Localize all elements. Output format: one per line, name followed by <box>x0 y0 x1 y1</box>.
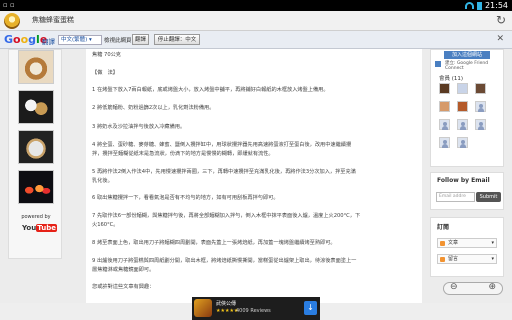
ad-banner[interactable]: 武俠公傳 ★★★★★ 4009 Reviews ↓ <box>192 297 320 320</box>
avatar[interactable] <box>439 137 450 148</box>
step-line: 7 先取作法6一部份麵糊，與焦糖拌勻後，再將全部麵糊加入拌勻，倒入木框中抹平表面… <box>92 213 361 219</box>
submit-button[interactable]: Submit <box>476 192 501 202</box>
status-right: 21:54 <box>464 1 508 10</box>
friend-connect-text: 建立: Google Friend Connect <box>445 61 489 71</box>
zoom-out-icon[interactable]: ⊖ <box>450 282 458 292</box>
google-translate-bar: Google 翻譯 中文(繁體) ▾ 檢視此網頁 翻譯 停止翻譯：中文 ✕ <box>0 31 512 49</box>
page-content: powered by YouTube 焦糖 70公克 【做 法】 1 在烤盤下放… <box>0 49 512 303</box>
posts-feed-dropdown[interactable]: 文章 ▾ <box>437 238 497 248</box>
avatar[interactable] <box>457 137 468 148</box>
comments-feed-dropdown[interactable]: 留言 ▾ <box>437 254 497 264</box>
step-line: 火160°C。 <box>92 222 119 228</box>
avatar[interactable] <box>439 83 450 94</box>
page-title: 焦糖蜂蜜蛋糕 <box>32 16 74 24</box>
rss-icon <box>440 257 445 262</box>
step-line: 拌，攪拌至麵糊從紙末是急流狀，份滴下的地方是慢慢的糊轉，即緩就有流性。 <box>92 151 274 157</box>
ad-app-icon[interactable] <box>194 299 212 317</box>
related-posts-heading: 您或許對這些文章有興趣： <box>92 284 155 290</box>
app-header: 焦糖蜂蜜蛋糕 ↻ <box>0 11 512 31</box>
step-line: 5 再將作法2倒入作法4中，先用慢速攪拌兩圈，三下，再轉中速攪拌至充滿乳化後，再… <box>92 169 356 175</box>
language-select[interactable]: 中文(繁體) ▾ <box>58 35 102 45</box>
status-bar: ▫ ▫ 21:54 <box>0 0 512 11</box>
avatar[interactable] <box>439 101 450 112</box>
refresh-icon[interactable]: ↻ <box>496 13 506 27</box>
wifi-icon <box>464 2 474 9</box>
notification-icon: ▫ ▫ <box>3 1 15 9</box>
step-line: 1 在烤盤下放入7兩白報紙，底或烤盤大小，放入烤盤中舖平，再將鋪好白報紙的木框放… <box>92 87 329 93</box>
close-icon[interactable]: ✕ <box>496 34 504 44</box>
left-sidebar: powered by YouTube <box>8 49 62 259</box>
ad-title: 武俠公傳 <box>216 301 237 307</box>
step-line: 3 將奶水及沙拉油拌勻後放入冷藏備用。 <box>92 124 186 130</box>
battery-icon <box>476 1 482 10</box>
right-sidebar: 加入這個網站 建立: Google FriendConnect 會員 (11) <box>430 49 504 303</box>
view-page-label: 檢視此網頁 <box>104 38 132 44</box>
powered-by-label: powered by <box>21 214 51 220</box>
translate-label: 翻譯 <box>42 38 55 46</box>
avatar[interactable] <box>457 119 468 130</box>
zoom-control[interactable]: ⊖ ⊕ <box>443 282 503 295</box>
device-screen: ▫ ▫ 21:54 焦糖蜂蜜蛋糕 ↻ Google 翻譯 中文(繁體) ▾ 檢視… <box>0 0 512 320</box>
avatar[interactable] <box>439 119 450 130</box>
zoom-in-icon[interactable]: ⊕ <box>488 282 496 292</box>
ingredient-line: 焦糖 70公克 <box>92 52 121 58</box>
step-line: 6 取出焦糖攪拌一下，看看氣泡是否有不均勻的地方，如有可用刮板再拌勻即可。 <box>92 195 279 201</box>
stop-translate-button[interactable]: 停止翻譯：中文 <box>154 34 200 45</box>
step-line: 2 將低筋麵粉、奶粉過篩2次以上，乳化劑法粉備用。 <box>92 105 215 111</box>
step-line: 乳化後。 <box>92 178 113 184</box>
clock: 21:54 <box>484 1 508 10</box>
step-line: 9 出爐後用刀子將蛋糕與四周紙劃分開，取出木框，將烤焙紙撕慢撕開，當糕蛋從出爐架… <box>92 258 357 264</box>
app-logo-icon[interactable] <box>4 13 20 29</box>
chevron-down-icon: ▾ <box>491 256 494 262</box>
friend-connect-icon <box>435 61 441 67</box>
download-icon[interactable]: ↓ <box>304 301 317 315</box>
subscribe-panel: 訂閱 文章 ▾ 留言 ▾ <box>430 217 504 277</box>
translate-button[interactable]: 翻譯 <box>132 34 149 45</box>
step-line: 層焦糖淋或焦糖鏡面即可。 <box>92 267 155 273</box>
article-body: 焦糖 70公克 【做 法】 1 在烤盤下放入7兩白報紙，底或烤盤大小，放入烤盤中… <box>86 49 422 303</box>
step-line: 4 將全蛋、蛋砂糖、麥芽糖、蜂蜜、鹽倒入攪拌缸中，用球狀攪拌器先用高速將蛋液打至… <box>92 142 352 148</box>
thumbnail-image[interactable] <box>18 50 54 84</box>
members-panel: 加入這個網站 建立: Google Friend Connect 會員 (11) <box>430 49 504 167</box>
avatar[interactable] <box>475 83 486 94</box>
ad-reviews: 4009 Reviews <box>236 308 271 314</box>
avatar[interactable] <box>457 101 468 112</box>
subscribe-title: 訂閱 <box>437 224 450 231</box>
avatar[interactable] <box>457 83 468 94</box>
thumbnail-image[interactable] <box>18 170 54 204</box>
rss-icon <box>440 241 445 246</box>
follow-by-email-panel: Follow by Email Email addre Submit <box>430 172 504 210</box>
avatar[interactable] <box>475 119 486 130</box>
follow-title: Follow by Email <box>437 177 490 184</box>
step-line: 8 烤至表面上色，取出用刀子將麵糊四周劃開，表面先蓋上一張烤焙紙，再加蓋一塊烤盤… <box>92 240 336 246</box>
google-logo: Google <box>4 33 48 46</box>
thumbnail-image[interactable] <box>18 130 54 164</box>
email-field[interactable]: Email addre <box>436 192 475 202</box>
avatar[interactable] <box>475 101 486 112</box>
section-heading: 【做 法】 <box>92 70 118 76</box>
youtube-logo[interactable]: YouTube <box>22 222 57 234</box>
chevron-down-icon: ▾ <box>491 240 494 246</box>
members-count: 會員 (11) <box>439 76 464 82</box>
join-site-button[interactable]: 加入這個網站 <box>444 51 490 59</box>
thumbnail-image[interactable] <box>18 90 54 124</box>
